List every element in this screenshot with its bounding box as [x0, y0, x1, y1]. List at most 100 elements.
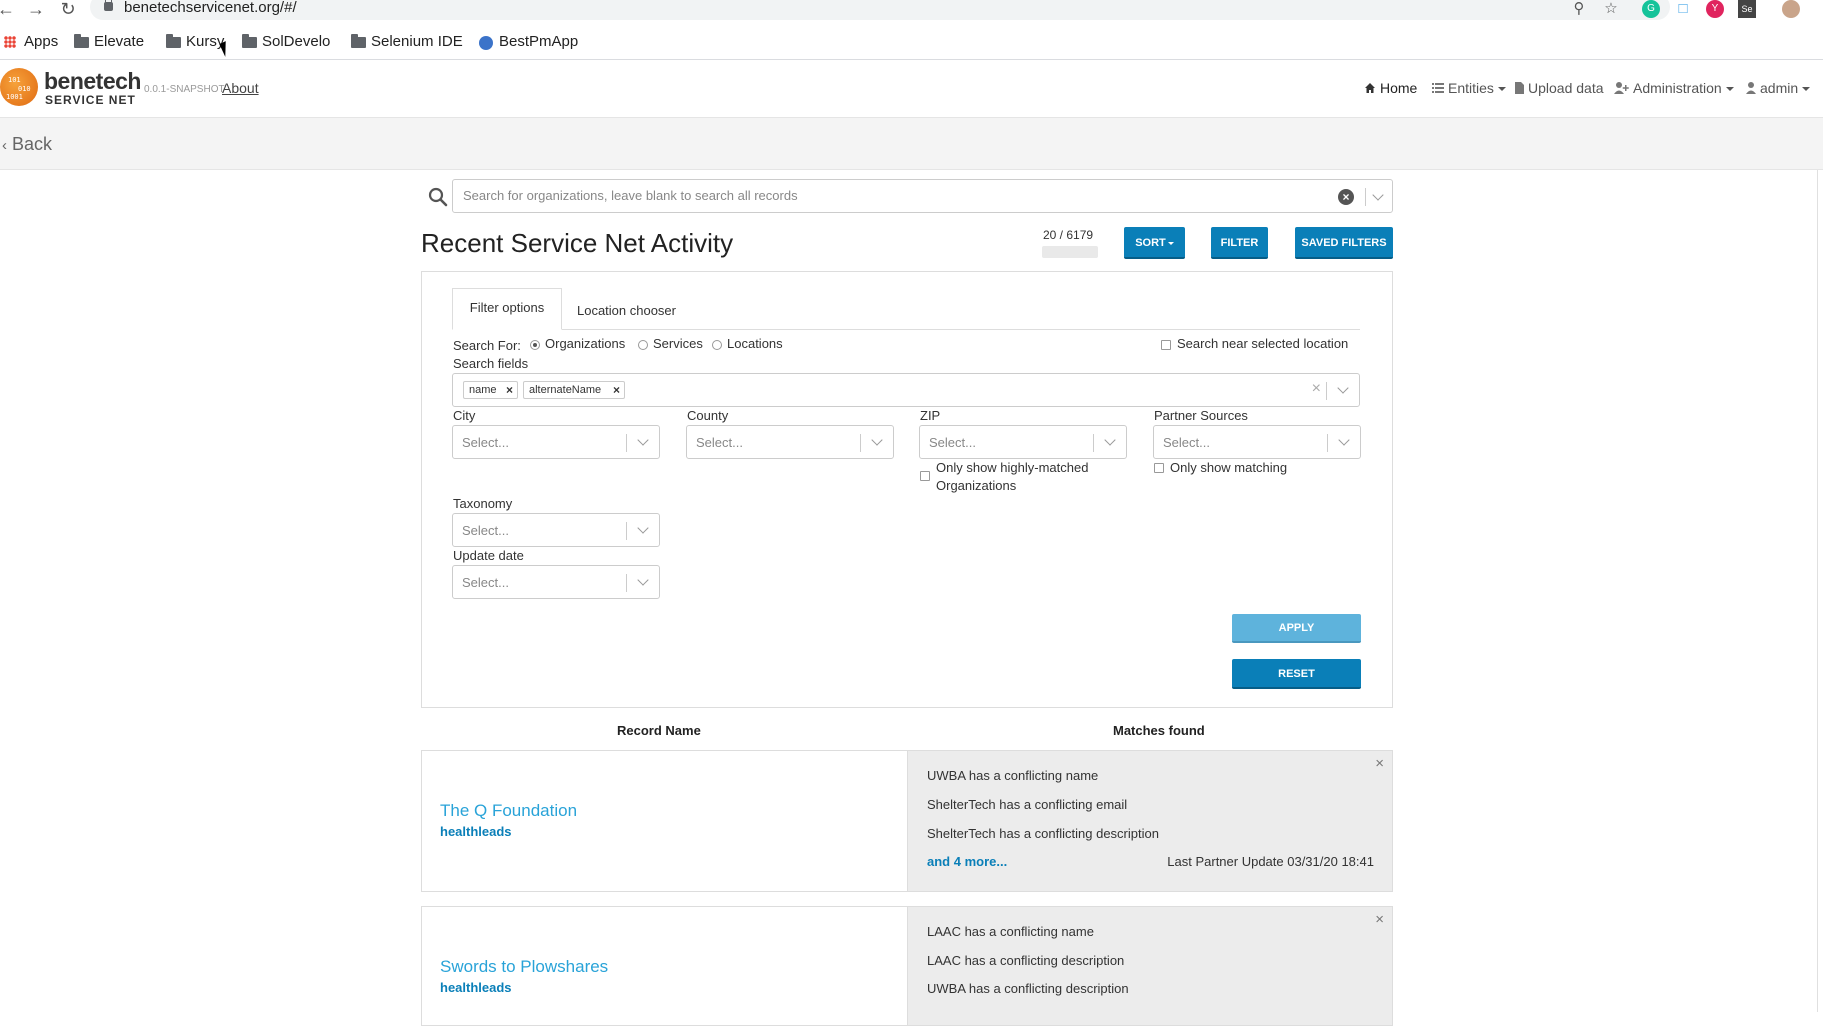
partner-sources-select[interactable]: Select...: [1153, 425, 1361, 459]
selenium-extension-icon[interactable]: Se: [1738, 0, 1756, 18]
folder-icon: [166, 34, 181, 48]
reset-button[interactable]: RESET: [1232, 659, 1361, 689]
tab-location-chooser[interactable]: Location chooser: [566, 293, 687, 329]
close-icon[interactable]: ×: [1375, 755, 1384, 772]
lock-icon[interactable]: [104, 0, 113, 11]
near-location-label[interactable]: Search near selected location: [1177, 336, 1348, 351]
filter-button[interactable]: FILTER: [1211, 227, 1268, 259]
separator: [1365, 188, 1366, 206]
radio-locations-label[interactable]: Locations: [727, 336, 783, 351]
page-title: Recent Service Net Activity: [421, 228, 734, 258]
back-arrow-icon[interactable]: ←: [0, 0, 18, 20]
chevron-left-icon: ‹: [2, 137, 7, 154]
url-text[interactable]: benetechservicenet.org/#/: [124, 0, 297, 16]
city-select[interactable]: Select...: [452, 425, 660, 459]
result-count: 20 / 6179: [1043, 228, 1094, 242]
county-label: County: [687, 408, 729, 423]
taxonomy-select[interactable]: Select...: [452, 513, 660, 547]
apps-grid-icon: [4, 36, 16, 48]
saved-filters-button[interactable]: SAVED FILTERS: [1295, 227, 1393, 259]
city-label: City: [453, 408, 476, 423]
tab-filter-options[interactable]: Filter options: [452, 288, 562, 330]
chevron-down-icon: [1497, 87, 1506, 92]
bookmark-soldevelo[interactable]: SolDevelo: [240, 30, 330, 54]
search-placeholder: Search for organizations, leave blank to…: [463, 188, 798, 203]
about-link[interactable]: About: [222, 80, 259, 96]
bookmark-selenium-ide[interactable]: Selenium IDE: [349, 30, 463, 54]
user-plus-icon: [1614, 82, 1629, 94]
zoom-icon[interactable]: ⚲: [1570, 0, 1588, 18]
search-fields-select[interactable]: name × alternateName × ×: [452, 373, 1360, 407]
remove-chip-icon[interactable]: ×: [506, 382, 513, 398]
zip-select[interactable]: Select...: [919, 425, 1127, 459]
separator: [626, 522, 627, 540]
bookmark-elevate[interactable]: Elevate: [72, 30, 144, 54]
search-input[interactable]: Search for organizations, leave blank to…: [452, 179, 1393, 213]
bookmark-apps[interactable]: Apps: [2, 30, 58, 54]
bookmark-kursy[interactable]: Kursy: [164, 30, 224, 54]
reload-icon[interactable]: ↻: [56, 0, 80, 20]
benetech-logo-icon[interactable]: 101 010 1001: [0, 68, 38, 106]
logo-subtext[interactable]: SERVICE NET: [45, 93, 136, 107]
back-link[interactable]: ‹ Back: [2, 134, 52, 155]
radio-organizations[interactable]: [530, 340, 540, 350]
remove-chip-icon[interactable]: ×: [613, 382, 620, 398]
more-matches-link[interactable]: and 4 more...: [927, 854, 1007, 869]
separator: [860, 434, 861, 452]
only-matching-checkbox[interactable]: [1154, 463, 1164, 473]
search-icon[interactable]: [428, 187, 448, 207]
apply-button[interactable]: APPLY: [1232, 614, 1361, 643]
logo-text[interactable]: benetech: [44, 68, 141, 95]
match-item: UWBA has a conflicting name: [927, 768, 1099, 783]
address-bar[interactable]: [90, 0, 1670, 20]
column-header-record-name: Record Name: [617, 723, 701, 738]
radio-locations[interactable]: [712, 340, 722, 350]
nav-account[interactable]: admin: [1746, 80, 1811, 96]
record-source[interactable]: healthleads: [440, 980, 512, 995]
profile-avatar-icon[interactable]: [1782, 0, 1800, 18]
nav-entities[interactable]: Entities: [1432, 80, 1506, 96]
record-cell: Swords to Plowshares healthleads: [422, 907, 907, 1025]
chip-name: name ×: [463, 381, 518, 399]
only-matching-label[interactable]: Only show matching: [1170, 460, 1287, 475]
column-header-matches-found: Matches found: [1113, 723, 1205, 738]
nav-home[interactable]: Home: [1364, 80, 1417, 96]
highly-matched-label[interactable]: Only show highly-matched: [936, 460, 1088, 475]
radio-services-label[interactable]: Services: [653, 336, 703, 351]
highly-matched-label-2[interactable]: Organizations: [936, 478, 1016, 493]
radio-organizations-label[interactable]: Organizations: [545, 336, 625, 351]
update-date-select[interactable]: Select...: [452, 565, 660, 599]
near-location-checkbox[interactable]: [1161, 340, 1171, 350]
extension-icon[interactable]: Y: [1706, 0, 1724, 18]
list-icon: [1432, 83, 1444, 93]
folder-icon: [242, 34, 257, 48]
record-name-link[interactable]: Swords to Plowshares: [440, 957, 608, 977]
radio-services[interactable]: [638, 340, 648, 350]
separator: [626, 434, 627, 452]
home-icon: [1365, 83, 1375, 93]
record-source[interactable]: healthleads: [440, 824, 512, 839]
county-select[interactable]: Select...: [686, 425, 894, 459]
sort-button[interactable]: SORT: [1124, 227, 1185, 259]
match-item: LAAC has a conflicting description: [927, 953, 1125, 968]
bookmark-bestpmapp[interactable]: BestPmApp: [477, 30, 578, 54]
search-fields-label: Search fields: [453, 356, 529, 371]
chevron-down-icon[interactable]: [1337, 382, 1349, 394]
bookmark-star-icon[interactable]: ☆: [1602, 0, 1620, 18]
match-item: ShelterTech has a conflicting descriptio…: [927, 826, 1159, 841]
tab-divider: [452, 329, 1360, 330]
clipboard-extension-icon[interactable]: □: [1674, 0, 1692, 18]
forward-arrow-icon[interactable]: →: [24, 0, 48, 20]
search-for-label: Search For:: [453, 338, 521, 353]
close-icon[interactable]: ×: [1375, 911, 1384, 928]
highly-matched-checkbox[interactable]: [920, 471, 930, 481]
chevron-down-icon: [637, 434, 649, 446]
grammarly-extension-icon[interactable]: G: [1642, 0, 1660, 18]
clear-search-icon[interactable]: ×: [1338, 189, 1354, 205]
folder-icon: [74, 34, 89, 48]
nav-upload-data[interactable]: Upload data: [1515, 80, 1604, 96]
nav-administration[interactable]: Administration: [1614, 80, 1734, 96]
chevron-down-icon[interactable]: [1372, 189, 1384, 201]
clear-all-icon[interactable]: ×: [1312, 380, 1321, 398]
record-name-link[interactable]: The Q Foundation: [440, 801, 577, 821]
